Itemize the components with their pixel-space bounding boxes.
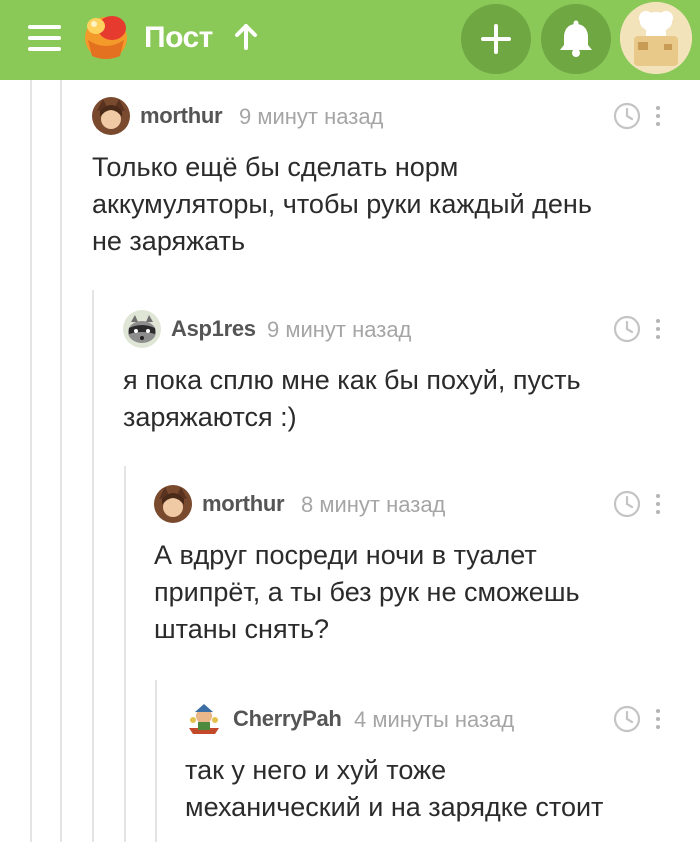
avatar[interactable]	[92, 97, 130, 135]
comment-text: я пока сплю мне как бы похуй, пусть заря…	[123, 365, 581, 432]
avatar[interactable]	[185, 700, 223, 738]
comment-username[interactable]: Asp1res	[171, 316, 256, 342]
more-options-icon[interactable]	[653, 105, 663, 127]
comment-header: morthur 8 минут назад	[154, 485, 674, 525]
more-options-icon[interactable]	[653, 493, 663, 515]
plus-icon	[481, 24, 511, 54]
comment-username[interactable]: morthur	[202, 491, 285, 517]
comment-username[interactable]: morthur	[140, 103, 223, 129]
comment-text: Только ещё бы сделать норм аккумуляторы,…	[92, 152, 592, 256]
thread-line[interactable]	[124, 466, 126, 842]
avatar[interactable]	[123, 310, 161, 348]
clock-icon[interactable]	[612, 101, 642, 131]
comment-text: А вдруг посреди ночи в туалет припрёт, а…	[154, 540, 580, 644]
clock-icon[interactable]	[612, 704, 642, 734]
page-title[interactable]: Пост	[144, 18, 213, 58]
profile-avatar-image	[620, 2, 692, 74]
more-options-icon[interactable]	[653, 318, 663, 340]
comment-time[interactable]: 9 минут назад	[267, 317, 411, 343]
user-avatar-image	[185, 700, 223, 738]
more-options-icon[interactable]	[653, 708, 663, 730]
thread-line[interactable]	[92, 290, 94, 842]
top-bar: Пост	[0, 0, 700, 80]
thread-line[interactable]	[155, 680, 157, 842]
comment: morthur 9 минут назад Только ещё бы сдел…	[92, 97, 672, 267]
avatar[interactable]	[620, 2, 692, 74]
thread-line[interactable]	[30, 80, 32, 842]
notifications-button[interactable]	[541, 4, 611, 74]
logo-icon[interactable]	[80, 10, 132, 62]
bell-icon	[560, 20, 592, 57]
comment-header: CherryPah 4 минуты назад	[185, 700, 675, 740]
add-post-button[interactable]	[461, 4, 531, 74]
comment-username[interactable]: CherryPah	[233, 706, 342, 732]
comment: CherryPah 4 минуты назад так у него и ху…	[185, 700, 675, 835]
comment-time[interactable]: 8 минут назад	[301, 492, 445, 518]
user-avatar-image	[92, 97, 130, 135]
arrow-up-icon[interactable]	[232, 22, 260, 52]
comment-time[interactable]: 9 минут назад	[239, 104, 383, 130]
comment-text: так у него и хуй тоже механический и на …	[185, 755, 604, 822]
user-avatar-image	[154, 485, 192, 523]
comment: morthur 8 минут назад А вдруг посреди но…	[154, 485, 674, 655]
comment-time[interactable]: 4 минуты назад	[354, 707, 514, 733]
clock-icon[interactable]	[612, 314, 642, 344]
comment-header: Asp1res 9 минут назад	[123, 310, 673, 350]
hamburger-icon[interactable]	[28, 25, 61, 51]
comment-header: morthur 9 минут назад	[92, 97, 672, 137]
thread-line[interactable]	[60, 80, 62, 842]
user-avatar-image	[123, 310, 161, 348]
comment: Asp1res 9 минут назад я пока сплю мне ка…	[123, 310, 673, 440]
avatar[interactable]	[154, 485, 192, 523]
clock-icon[interactable]	[612, 489, 642, 519]
